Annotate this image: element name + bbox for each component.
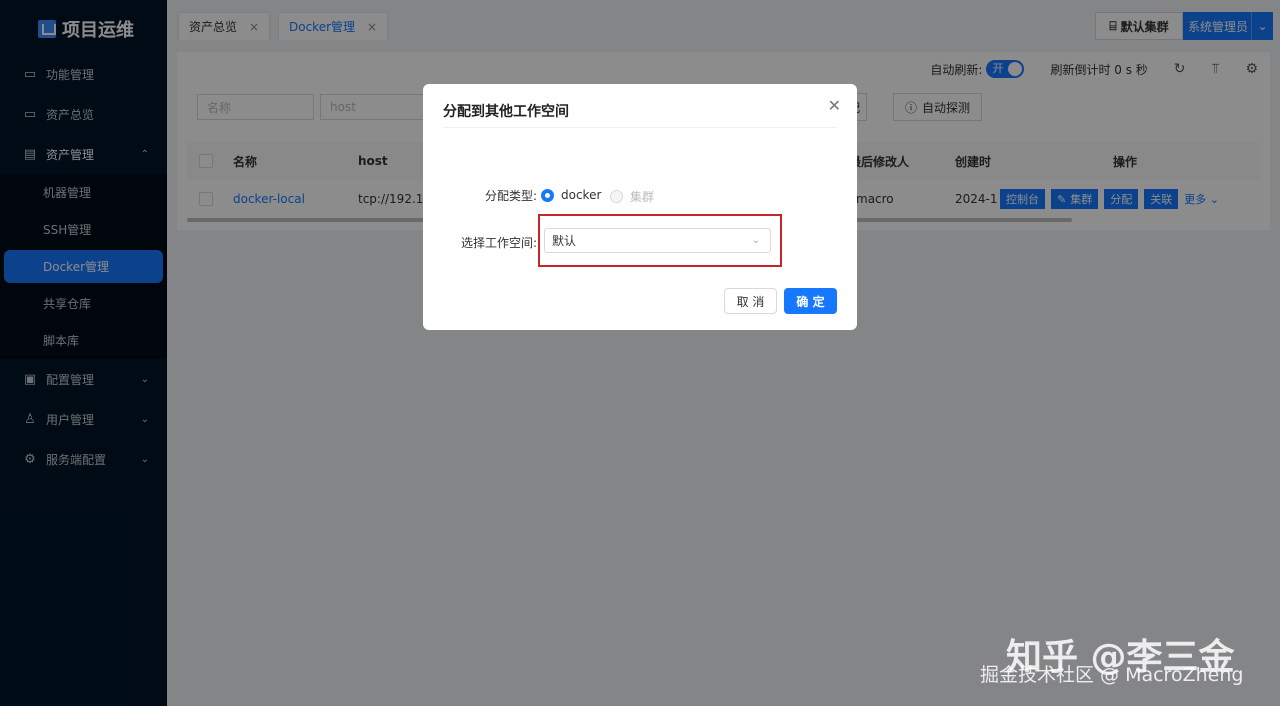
assign-type-label: 分配类型:: [484, 189, 537, 203]
radio-dot: [610, 190, 623, 203]
radio-dot: [541, 188, 554, 202]
radio-label: 集群: [630, 190, 655, 204]
modal-divider: [443, 127, 837, 128]
chevron-down-icon: ⌄: [751, 235, 760, 246]
assign-workspace-modal: 分配到其他工作空间 ✕ 分配类型: docker 集群 选择工作空间: 默认 ⌄…: [423, 84, 857, 330]
workspace-select[interactable]: 默认 ⌄: [544, 228, 771, 253]
radio-label: docker: [561, 188, 602, 202]
workspace-label: 选择工作空间:: [460, 236, 537, 250]
workspace-value: 默认: [552, 234, 577, 248]
radio-docker[interactable]: docker: [541, 188, 601, 202]
modal-title: 分配到其他工作空间: [443, 104, 569, 120]
watermark-juejin: 掘金技术社区 @ MacroZheng: [980, 664, 1244, 686]
confirm-button[interactable]: 确 定: [784, 288, 837, 314]
close-icon[interactable]: ✕: [828, 96, 841, 115]
radio-cluster[interactable]: 集群: [610, 188, 654, 205]
cancel-button[interactable]: 取 消: [724, 288, 777, 314]
